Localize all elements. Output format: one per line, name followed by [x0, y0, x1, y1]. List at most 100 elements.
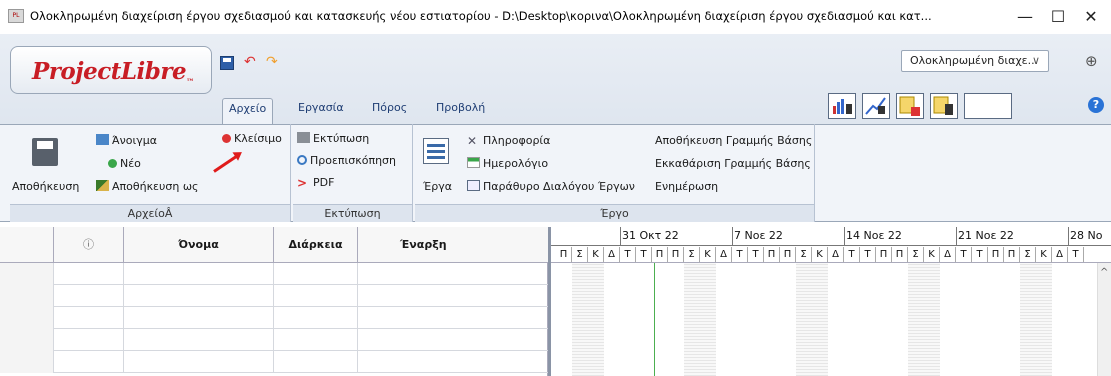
table-header: ⓘ Όνομα Διάρκεια Έναρξη	[0, 227, 548, 263]
gantt-day-row: ΠΣΚΔΤΤΠΠΣΚΔΤΤΠΠΣΚΔΤΤΠΠΣΚΔΤΤΠΠΣΚΔΤ	[551, 245, 1111, 262]
task-usage-view-icon[interactable]	[896, 93, 924, 119]
day-label: Σ	[796, 247, 812, 262]
day-label: Τ	[636, 247, 652, 262]
day-label: Τ	[732, 247, 748, 262]
print-preview-button[interactable]: Προεπισκόπηση	[297, 154, 396, 168]
start-column-header[interactable]: Έναρξη	[358, 227, 548, 263]
day-label: Π	[780, 247, 796, 262]
pdf-icon: >	[297, 176, 308, 190]
close-button[interactable]: ✕	[1071, 5, 1111, 29]
day-label: Κ	[924, 247, 940, 262]
file-group-label: ΑρχείοÂ	[10, 204, 290, 222]
histogram-view-icon[interactable]	[828, 93, 856, 119]
tab-resource[interactable]: Πόρος	[366, 98, 413, 124]
redo-icon[interactable]: ↷	[266, 55, 280, 70]
projects-dialog-button[interactable]: Παράθυρο Διαλόγου Έργων	[467, 180, 635, 194]
day-label: Τ	[860, 247, 876, 262]
project-info-button[interactable]: ✕ Πληροφορία	[467, 134, 550, 148]
dialog-icon	[467, 180, 480, 191]
print-button[interactable]: Εκτύπωση	[297, 132, 369, 146]
update-button[interactable]: Ενημέρωση	[655, 180, 718, 194]
calendar-button[interactable]: Ημερολόγιο	[467, 157, 548, 171]
week-divider	[956, 227, 957, 245]
new-icon	[108, 159, 117, 168]
tab-file[interactable]: Αρχείο	[222, 98, 274, 124]
day-label: Π	[764, 247, 780, 262]
weekend-shading	[1020, 263, 1036, 376]
project-group: Έργα ✕ Πληροφορία Ημερολόγιο Παράθυρο Δια…	[415, 124, 815, 222]
name-column-header[interactable]: Όνομα	[124, 227, 274, 263]
day-label: Σ	[908, 247, 924, 262]
pdf-button[interactable]: > PDF	[297, 176, 334, 190]
table-row[interactable]	[0, 285, 548, 307]
vertical-scrollbar[interactable]: ^	[1097, 263, 1111, 376]
tab-view[interactable]: Προβολή	[430, 98, 491, 124]
gantt-timescale: 31 Οκτ 22 7 Νοε 22 14 Νοε 22 21 Νοε 22 28 Νο…	[551, 227, 1111, 263]
print-group-label: Εκτύπωση	[293, 204, 412, 222]
projects-icon	[423, 138, 449, 164]
close-icon	[222, 134, 231, 143]
file-group: Αποθήκευση Άνοιγμα Νέο Αποθήκευση ως Κλε…	[10, 124, 291, 222]
weekend-shading	[684, 263, 700, 376]
close-project-button[interactable]: Κλείσιμο	[222, 132, 282, 146]
day-label: Π	[876, 247, 892, 262]
projects-button[interactable]: Έργα	[423, 180, 452, 194]
info-column-header[interactable]: ⓘ	[54, 227, 124, 263]
day-label: Σ	[1020, 247, 1036, 262]
globe-icon[interactable]: ⊕	[1085, 52, 1098, 70]
quick-access-toolbar: ↶ ↷	[200, 46, 310, 94]
table-row[interactable]	[0, 351, 548, 373]
day-label: Τ	[972, 247, 988, 262]
project-selector-value: Ολοκληρωμένη διαχε...	[910, 54, 1039, 67]
save-as-button[interactable]: Αποθήκευση ως	[96, 180, 198, 194]
duration-column-header[interactable]: Διάρκεια	[274, 227, 358, 263]
save-baseline-button[interactable]: Αποθήκευση Γραμμής Βάσης	[655, 134, 812, 148]
save-icon[interactable]	[220, 56, 234, 70]
day-label: Κ	[1036, 247, 1052, 262]
chevron-down-icon: ∨	[1031, 54, 1040, 67]
week-divider	[844, 227, 845, 245]
weekend-shading	[796, 263, 812, 376]
resource-usage-view-icon[interactable]	[930, 93, 958, 119]
table-row[interactable]	[0, 307, 548, 329]
day-label: Κ	[812, 247, 828, 262]
week-divider	[1068, 227, 1069, 245]
save-as-icon	[96, 180, 109, 191]
day-label: Τ	[1068, 247, 1084, 262]
project-selector[interactable]: Ολοκληρωμένη διαχε... ∨	[901, 50, 1049, 72]
scroll-up-icon[interactable]: ^	[1100, 267, 1108, 278]
new-button[interactable]: Νέο	[108, 157, 141, 171]
charts-view-icon[interactable]	[862, 93, 890, 119]
day-label: Δ	[716, 247, 732, 262]
weekend-shading	[924, 263, 940, 376]
weekend-shading	[588, 263, 604, 376]
weekend-shading	[812, 263, 828, 376]
day-label: Π	[988, 247, 1004, 262]
tab-task[interactable]: Εργασία	[292, 98, 350, 124]
save-button[interactable]: Αποθήκευση	[12, 180, 79, 194]
day-label: Τ	[748, 247, 764, 262]
save-icon	[32, 138, 58, 166]
undo-icon[interactable]: ↶	[244, 55, 258, 70]
day-label: Π	[892, 247, 908, 262]
title-bar: PL Ολοκληρωμένη διαχείριση έργου σχεδιασ…	[0, 0, 1111, 34]
table-row[interactable]	[0, 263, 548, 285]
clear-baseline-button[interactable]: Εκκαθάριση Γραμμής Βάσης	[655, 157, 811, 171]
no-subview-icon[interactable]	[964, 93, 1012, 119]
day-label: Τ	[844, 247, 860, 262]
day-label: Τ	[956, 247, 972, 262]
day-label: Τ	[620, 247, 636, 262]
magnifier-icon	[297, 155, 307, 165]
task-table: ⓘ Όνομα Διάρκεια Έναρξη	[0, 227, 548, 376]
help-icon[interactable]: ?	[1088, 97, 1104, 113]
project-group-label: Έργο	[415, 204, 814, 222]
day-label: Δ	[828, 247, 844, 262]
table-row[interactable]	[0, 329, 548, 351]
open-button[interactable]: Άνοιγμα	[96, 134, 157, 148]
row-header-column[interactable]	[0, 227, 54, 263]
folder-icon	[96, 134, 109, 145]
week-label: 28 Νο	[1070, 229, 1103, 242]
week-label: 14 Νοε 22	[846, 229, 902, 242]
weekend-shading	[700, 263, 716, 376]
gantt-chart[interactable]: 31 Οκτ 22 7 Νοε 22 14 Νοε 22 21 Νοε 22 28 Νο…	[551, 227, 1111, 376]
